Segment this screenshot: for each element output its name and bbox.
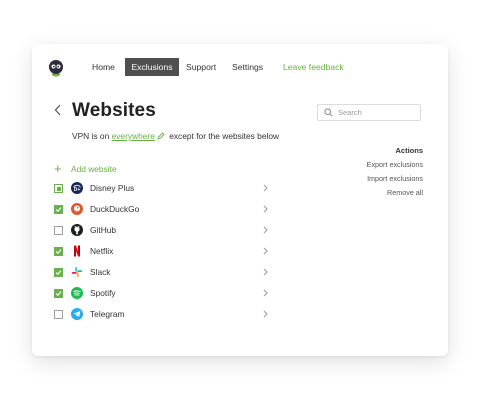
website-list: D+ Disney Plus DuckDuckGo GitHub Netflix… xyxy=(54,181,268,328)
slack-icon xyxy=(71,266,83,278)
checkbox[interactable] xyxy=(54,205,63,214)
site-name: DuckDuckGo xyxy=(90,204,140,214)
list-item-disney-plus[interactable]: D+ Disney Plus xyxy=(54,181,268,202)
actions-title: Actions xyxy=(395,146,423,155)
list-item-telegram[interactable]: Telegram xyxy=(54,307,268,328)
pencil-icon[interactable] xyxy=(157,132,165,140)
chevron-right-icon[interactable] xyxy=(263,289,268,297)
netflix-icon xyxy=(74,245,80,257)
checkmark-icon xyxy=(55,249,62,255)
search-field[interactable] xyxy=(317,104,421,121)
nav-exclusions[interactable]: Exclusions xyxy=(125,58,179,76)
mode-link[interactable]: everywhere xyxy=(112,131,155,141)
checkmark-icon xyxy=(55,270,62,276)
disney-plus-icon: D+ xyxy=(71,182,83,194)
plus-icon: + xyxy=(54,161,62,176)
site-name: Slack xyxy=(90,267,111,277)
chevron-right-icon[interactable] xyxy=(263,310,268,318)
spotify-icon xyxy=(71,287,83,299)
checkbox[interactable] xyxy=(54,289,63,298)
nav-settings[interactable]: Settings xyxy=(232,58,263,76)
import-exclusions-action[interactable]: Import exclusions xyxy=(367,172,423,186)
nav-home[interactable]: Home xyxy=(92,58,115,76)
site-name: Disney Plus xyxy=(90,183,135,193)
list-item-spotify[interactable]: Spotify xyxy=(54,286,268,307)
list-item-github[interactable]: GitHub xyxy=(54,223,268,244)
search-input[interactable] xyxy=(338,106,418,119)
chevron-right-icon[interactable] xyxy=(263,268,268,276)
adguard-vpn-logo-icon[interactable] xyxy=(48,59,64,77)
duckduckgo-icon xyxy=(71,203,83,215)
nav-support[interactable]: Support xyxy=(186,58,216,76)
site-name: GitHub xyxy=(90,225,117,235)
site-name: Spotify xyxy=(90,288,116,298)
status-prefix: VPN is on xyxy=(72,131,110,141)
chevron-right-icon[interactable] xyxy=(263,226,268,234)
checkmark-icon xyxy=(55,207,62,213)
export-exclusions-action[interactable]: Export exclusions xyxy=(367,158,423,172)
chevron-right-icon[interactable] xyxy=(263,205,268,213)
site-name: Telegram xyxy=(90,309,125,319)
list-item-duckduckgo[interactable]: DuckDuckGo xyxy=(54,202,268,223)
checkmark-icon xyxy=(55,291,62,297)
telegram-icon xyxy=(71,308,83,320)
back-arrow-icon[interactable] xyxy=(54,104,62,116)
vpn-status-text: VPN is on everywhere except for the webs… xyxy=(72,131,279,141)
list-item-netflix[interactable]: Netflix xyxy=(54,244,268,265)
search-icon xyxy=(324,108,333,117)
list-item-slack[interactable]: Slack xyxy=(54,265,268,286)
checkbox[interactable] xyxy=(54,184,63,193)
add-website-button[interactable]: + Add website xyxy=(54,161,117,176)
nav-leave-feedback[interactable]: Leave feedback xyxy=(283,58,344,76)
checkbox[interactable] xyxy=(54,310,63,319)
site-name: Netflix xyxy=(90,246,114,256)
status-suffix: except for the websites below xyxy=(169,131,280,141)
chevron-right-icon[interactable] xyxy=(263,184,268,192)
checkbox[interactable] xyxy=(54,268,63,277)
svg-text:D+: D+ xyxy=(74,187,81,193)
app-window: Home Exclusions Support Settings Leave f… xyxy=(32,44,448,356)
actions-panel: Actions Export exclusions Import exclusi… xyxy=(367,144,423,200)
remove-all-action[interactable]: Remove all xyxy=(367,186,423,200)
github-icon xyxy=(71,224,83,236)
checkbox[interactable] xyxy=(54,226,63,235)
add-website-label: Add website xyxy=(71,164,117,174)
page-title: Websites xyxy=(72,100,156,121)
chevron-right-icon[interactable] xyxy=(263,247,268,255)
checkbox[interactable] xyxy=(54,247,63,256)
